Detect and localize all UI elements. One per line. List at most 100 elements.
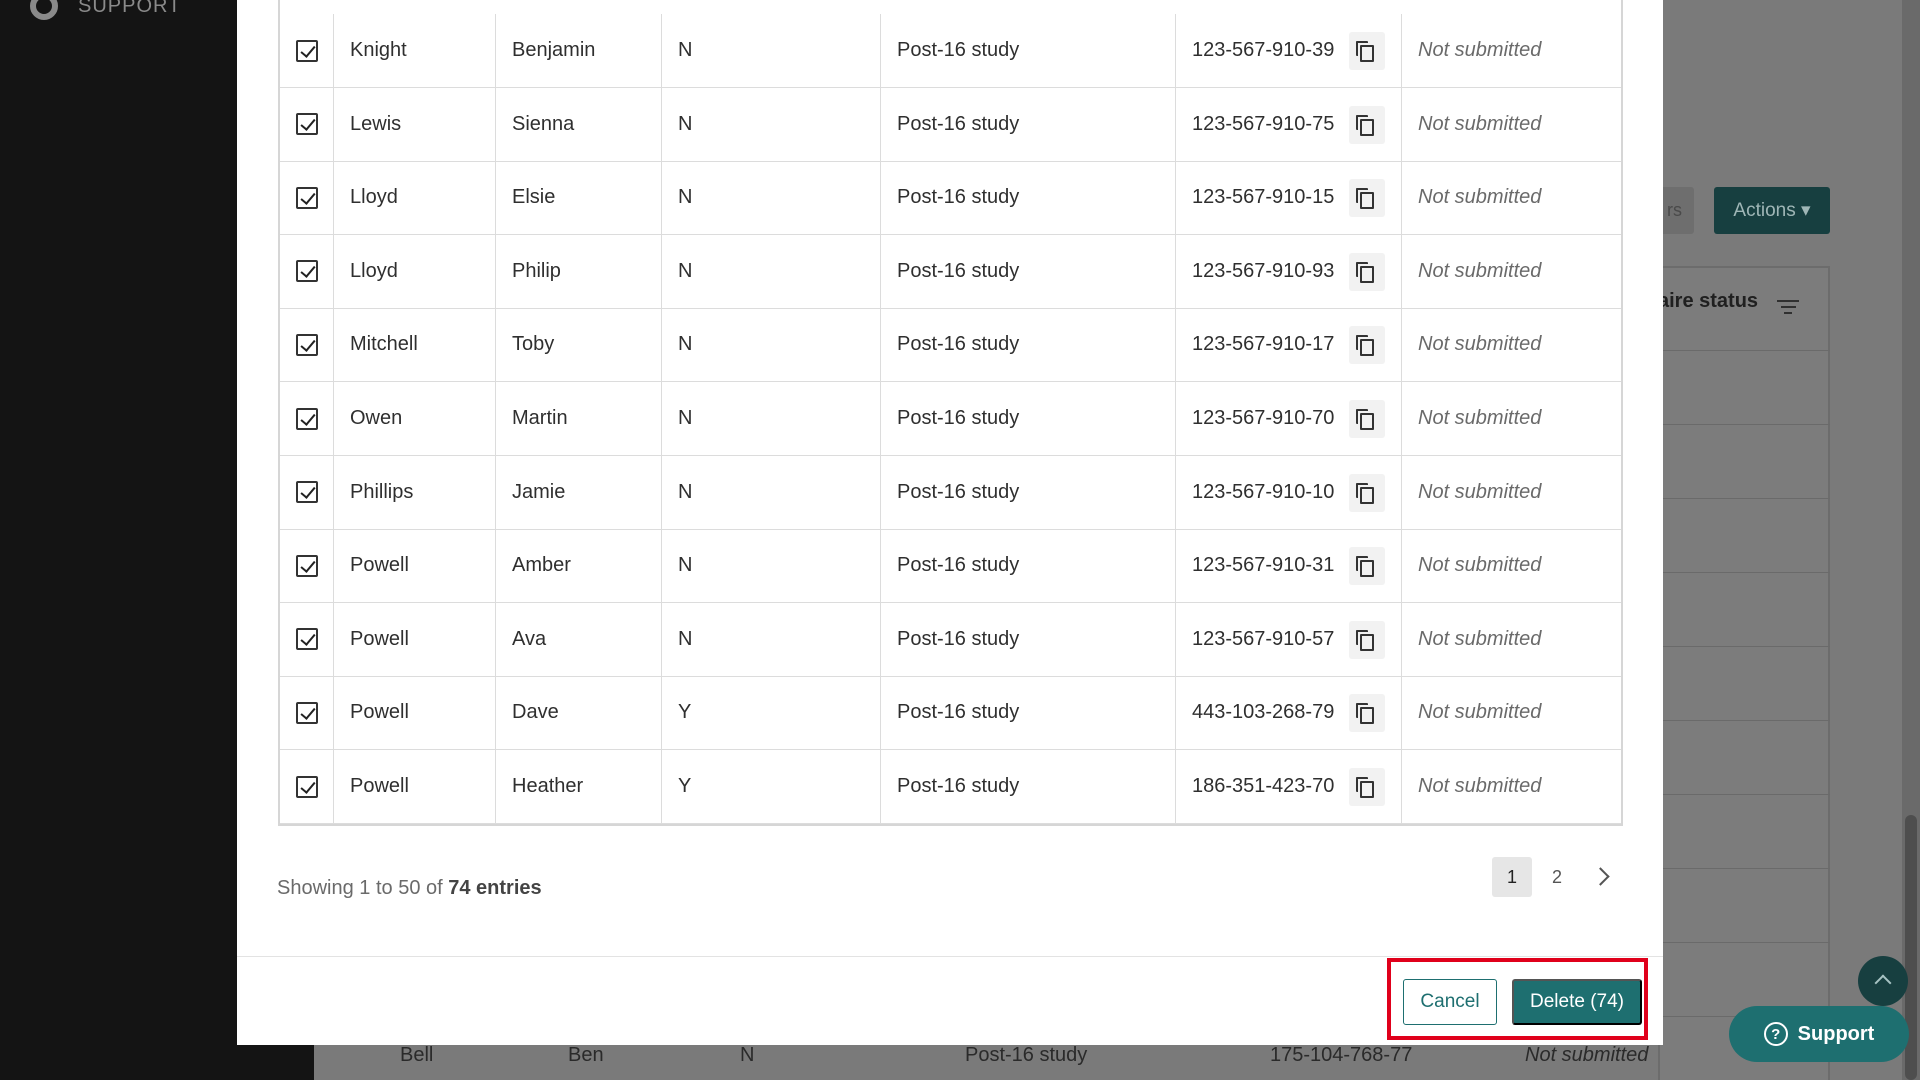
checkbox-checked-icon[interactable] [296,407,318,430]
cell-status-text: Not submitted [1418,259,1542,282]
checkbox-checked-icon[interactable] [296,260,318,283]
table-row[interactable]: Powell Heather Y Post-16 study 186-351-423-7… [280,750,1621,824]
table-row[interactable]: Lewis Sienna N Post-16 study 123-567-910-75 N… [280,87,1621,162]
cell-first-name: Toby [496,308,662,382]
cell-status: Not submitted [1402,456,1621,529]
checkbox-checked-icon[interactable] [296,113,318,136]
delete-confirmation-modal: Knight Benjamin N Post-16 study 123-567-910-… [237,0,1663,1045]
cell-destination-text: Post-16 study [897,701,1020,724]
cell-status-text: Not submitted [1418,701,1542,724]
cell-flag: N [662,382,881,455]
row-select-checkbox[interactable] [280,161,334,235]
copy-icon[interactable] [1349,620,1385,659]
cell-last-name-text: Owen [350,407,403,429]
row-select-checkbox[interactable] [280,676,334,750]
copy-icon[interactable] [1349,547,1385,586]
cell-upn-text: 443-103-268-79 [1192,701,1335,724]
filter-icon [1777,300,1799,318]
copy-icon[interactable] [1349,105,1385,144]
copy-icon[interactable] [1349,694,1385,733]
cancel-button[interactable]: Cancel [1403,979,1497,1025]
copy-icon[interactable] [1349,400,1385,438]
cell-status-text: Not submitted [1418,112,1542,135]
table-row[interactable]: Lloyd Elsie N Post-16 study 123-567-910-15 No… [280,161,1621,236]
table-row[interactable]: Knight Benjamin N Post-16 study 123-567-910-… [280,14,1621,88]
checkbox-checked-icon[interactable] [296,628,318,651]
delete-button[interactable]: Delete (74) [1512,979,1642,1025]
cell-upn: 186-351-423-70 [1176,750,1402,823]
table-row[interactable]: Powell Dave Y Post-16 study 443-103-268-79 No… [280,676,1621,751]
support-button[interactable]: ? Support [1729,1006,1909,1062]
cell-first-name: Dave [496,676,662,750]
table-row[interactable]: Powell Amber N Post-16 study 123-567-910-31 N… [280,529,1621,604]
cell-destination-text: Post-16 study [897,39,1020,61]
bg-cell-first: Ben [568,1044,604,1066]
scroll-to-top-button[interactable] [1858,956,1908,1006]
row-select-checkbox[interactable] [280,382,334,455]
cell-flag-text: Y [678,701,692,724]
copy-icon[interactable] [1349,326,1385,365]
cell-status-text: Not submitted [1418,407,1542,429]
bg-cell-destination: Post-16 study [965,1044,1088,1066]
cell-last-name-text: Mitchell [350,333,418,356]
background-row-divider [1658,942,1830,943]
copy-icon[interactable] [1349,179,1385,218]
table-row[interactable]: Owen Martin N Post-16 study 123-567-910-70 No… [280,382,1621,456]
checkbox-checked-icon[interactable] [296,481,318,504]
cell-last-name: Powell [334,529,496,603]
table-row[interactable]: Phillips Jamie N Post-16 study 123-567-910-1… [280,455,1621,530]
row-select-checkbox[interactable] [280,234,334,308]
cell-status: Not submitted [1402,382,1621,455]
cell-flag: N [662,602,881,676]
row-select-checkbox[interactable] [280,455,334,529]
cell-flag: Y [662,676,881,750]
row-select-checkbox[interactable] [280,602,334,676]
cell-flag: N [662,234,881,308]
sidebar-item-label: SUPPORT [78,0,182,17]
cell-upn: 443-103-268-79 [1176,676,1402,750]
cell-first-name-text: Elsie [512,186,556,209]
row-select-checkbox[interactable] [280,529,334,603]
table-row[interactable]: Mitchell Toby N Post-16 study 123-567-910-17… [280,308,1621,383]
lifebuoy-icon [30,0,58,20]
table-row[interactable]: Powell Ava N Post-16 study 123-567-910-57 Not… [280,602,1621,677]
copy-icon[interactable] [1349,473,1385,512]
cell-first-name-text: Benjamin [512,39,596,61]
checkbox-checked-icon[interactable] [296,701,318,724]
checkbox-checked-icon[interactable] [296,554,318,577]
cell-first-name: Benjamin [496,14,662,87]
students-table: Knight Benjamin N Post-16 study 123-567-910-… [278,0,1623,826]
cell-last-name-text: Phillips [350,480,414,503]
cell-destination: Post-16 study [881,234,1176,308]
cell-destination: Post-16 study [881,161,1176,235]
copy-icon[interactable] [1349,768,1385,806]
cell-destination-text: Post-16 study [897,775,1020,797]
page-1-button[interactable]: 1 [1492,857,1532,897]
row-select-checkbox[interactable] [280,750,334,823]
cell-status-text: Not submitted [1418,186,1542,209]
row-select-checkbox[interactable] [280,308,334,382]
row-select-checkbox[interactable] [280,87,334,161]
cell-destination-text: Post-16 study [897,186,1020,209]
cell-flag-text: N [678,333,693,356]
cell-first-name-text: Heather [512,775,584,797]
cell-status: Not submitted [1402,235,1621,308]
cell-first-name: Amber [496,529,662,603]
row-select-checkbox[interactable] [280,14,334,87]
copy-icon[interactable] [1349,32,1385,70]
page-scrollbar[interactable] [1902,0,1920,1080]
checkbox-checked-icon[interactable] [296,186,318,209]
copy-icon[interactable] [1349,252,1385,291]
page-2-button[interactable]: 2 [1537,857,1577,897]
checkbox-checked-icon[interactable] [296,775,318,798]
sidebar-item-support[interactable]: SUPPORT [30,0,181,20]
checkbox-checked-icon[interactable] [296,333,318,356]
checkbox-checked-icon[interactable] [296,39,318,62]
cell-status-text: Not submitted [1418,775,1542,797]
chevron-right-icon[interactable] [1582,857,1622,897]
cell-first-name-text: Philip [512,259,561,282]
background-row-divider [1658,794,1830,795]
table-row[interactable]: Lloyd Philip N Post-16 study 123-567-910-93 N… [280,234,1621,309]
cell-last-name: Knight [334,14,496,87]
cell-status: Not submitted [1402,161,1621,234]
